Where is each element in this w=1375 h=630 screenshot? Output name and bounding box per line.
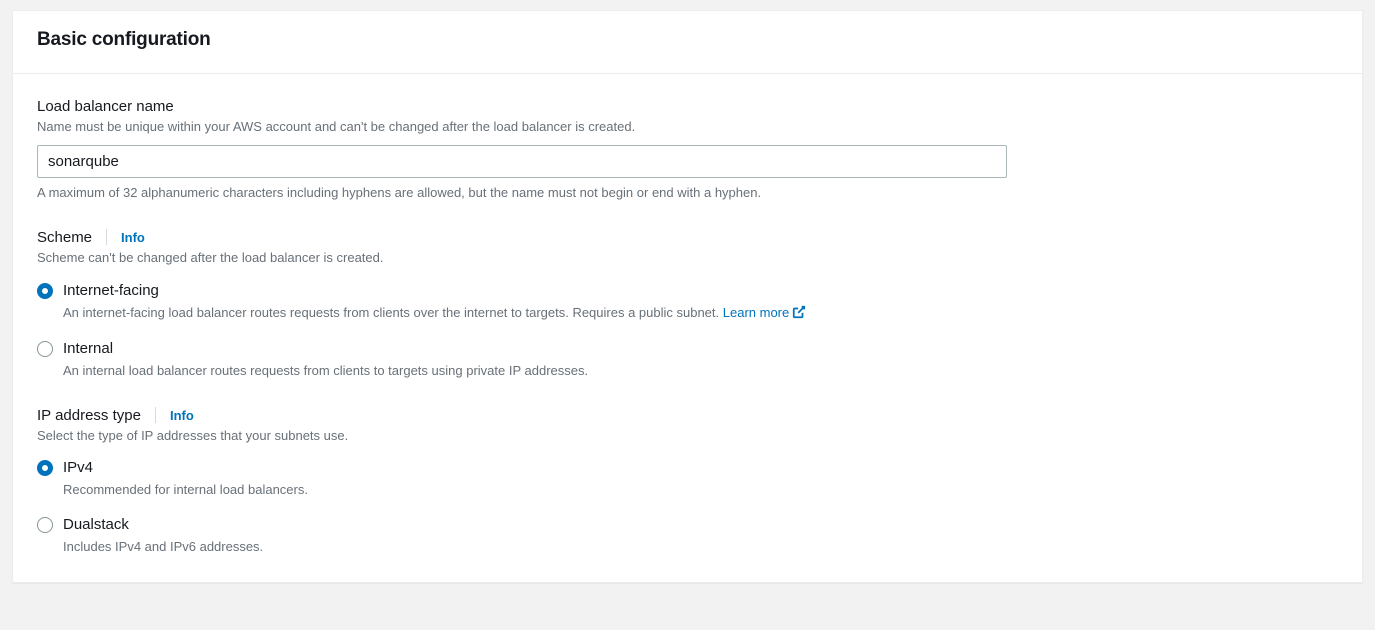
scheme-option-internal: Internal An internal load balancer route… — [37, 338, 1338, 381]
scheme-label: Scheme — [37, 229, 92, 246]
ip-type-info-link[interactable]: Info — [170, 408, 194, 423]
lb-name-input[interactable] — [37, 145, 1007, 178]
scheme-info-link[interactable]: Info — [121, 230, 145, 245]
ip-type-label: IP address type — [37, 407, 141, 424]
radio-desc-ipv4: Recommended for internal load balancers. — [63, 480, 1338, 500]
panel-title: Basic configuration — [37, 29, 1338, 51]
scheme-option-internet-facing: Internet-facing An internet-facing load … — [37, 280, 1338, 325]
radio-desc-internet-facing: An internet-facing load balancer routes … — [63, 303, 1338, 325]
radio-internet-facing[interactable] — [37, 283, 53, 299]
radio-desc-dualstack: Includes IPv4 and IPv6 addresses. — [63, 537, 1338, 557]
radio-ipv4[interactable] — [37, 460, 53, 476]
radio-label-internet-facing[interactable]: Internet-facing — [63, 280, 1338, 301]
radio-label-ipv4[interactable]: IPv4 — [63, 457, 1338, 478]
panel-body: Load balancer name Name must be unique w… — [13, 74, 1362, 582]
radio-internal[interactable] — [37, 341, 53, 357]
basic-config-panel: Basic configuration Load balancer name N… — [12, 10, 1363, 583]
radio-label-dualstack[interactable]: Dualstack — [63, 514, 1338, 535]
lb-name-label: Load balancer name — [37, 98, 174, 115]
radio-label-internal[interactable]: Internal — [63, 338, 1338, 359]
ip-type-helper: Select the type of IP addresses that you… — [37, 427, 1338, 446]
external-link-icon — [792, 305, 806, 325]
ip-option-dualstack: Dualstack Includes IPv4 and IPv6 address… — [37, 514, 1338, 557]
ip-option-ipv4: IPv4 Recommended for internal load balan… — [37, 457, 1338, 500]
divider — [155, 407, 156, 423]
lb-name-helper: Name must be unique within your AWS acco… — [37, 118, 1338, 137]
scheme-field: Scheme Info Scheme can't be changed afte… — [37, 229, 1338, 381]
learn-more-link[interactable]: Learn more — [723, 305, 806, 320]
ip-type-radio-group: IPv4 Recommended for internal load balan… — [37, 457, 1338, 556]
scheme-helper: Scheme can't be changed after the load b… — [37, 249, 1338, 268]
radio-desc-internal: An internal load balancer routes request… — [63, 361, 1338, 381]
scheme-radio-group: Internet-facing An internet-facing load … — [37, 280, 1338, 381]
divider — [106, 229, 107, 245]
ip-type-field: IP address type Info Select the type of … — [37, 407, 1338, 557]
lb-name-field: Load balancer name Name must be unique w… — [37, 98, 1338, 203]
lb-name-constraint: A maximum of 32 alphanumeric characters … — [37, 184, 1338, 203]
panel-header: Basic configuration — [13, 11, 1362, 74]
radio-dualstack[interactable] — [37, 517, 53, 533]
